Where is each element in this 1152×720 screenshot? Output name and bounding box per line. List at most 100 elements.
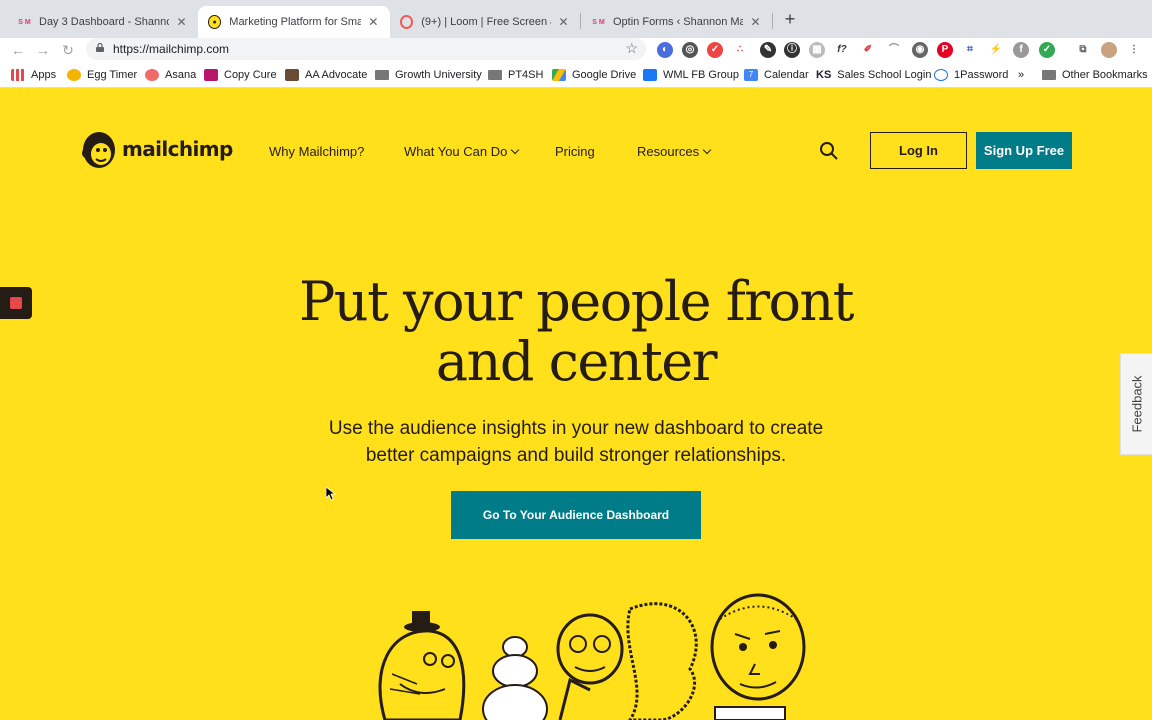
mouse-cursor-icon	[326, 487, 336, 501]
bookmark-label: »	[1018, 69, 1025, 81]
folder-icon	[1042, 70, 1056, 80]
extension-icon[interactable]: ◉	[912, 42, 928, 58]
browser-tab-strip: S M Day 3 Dashboard - Shannon M ✕ ● Mark…	[0, 0, 1152, 38]
nav-pricing[interactable]: Pricing	[555, 144, 595, 159]
bookmark-aa-advocate[interactable]: AA Advocate	[285, 67, 367, 83]
search-icon[interactable]	[819, 141, 839, 161]
crop-extension-icon[interactable]: ⌗	[962, 42, 978, 58]
pen-extension-icon[interactable]: ✐	[860, 42, 876, 58]
bookmark-pt4sh[interactable]: PT4SH	[488, 67, 543, 83]
bookmark-label: Apps	[31, 69, 57, 81]
browser-tab[interactable]: S M Day 3 Dashboard - Shannon M ✕	[8, 6, 198, 38]
extension-icon[interactable]: ⌒	[886, 42, 902, 58]
loom-favicon-icon	[400, 15, 414, 29]
loom-record-button[interactable]	[0, 287, 32, 319]
nav-label: Pricing	[555, 144, 595, 159]
login-button[interactable]: Log In	[870, 132, 967, 169]
nav-resources[interactable]: Resources	[637, 144, 712, 159]
google-drive-icon	[552, 69, 566, 81]
bookmark-growth-university[interactable]: Growth University	[375, 67, 482, 83]
back-arrow-icon[interactable]: ←	[8, 40, 28, 60]
ks-icon: KS	[816, 69, 832, 81]
hero-subtitle: Use the audience insights in your new da…	[296, 415, 856, 469]
cast-icon[interactable]: ⧉	[1075, 42, 1091, 58]
menu-kebab-icon[interactable]: ⋮	[1126, 42, 1142, 58]
hero-title-line: and center	[435, 330, 718, 393]
extension-icon[interactable]: ⚡	[988, 42, 1004, 58]
feedback-tab[interactable]: Feedback	[1120, 353, 1152, 455]
signup-button[interactable]: Sign Up Free	[976, 132, 1072, 169]
bookmark-label: Egg Timer	[87, 69, 138, 81]
address-bar[interactable]: https://mailchimp.com ☆	[86, 38, 646, 60]
close-tab-icon[interactable]: ✕	[557, 15, 570, 29]
extension-icon[interactable]: ◎	[682, 42, 698, 58]
mailchimp-favicon-icon: ●	[208, 15, 222, 29]
bookmark-calendar[interactable]: 7 Calendar	[744, 67, 809, 83]
bookmark-label: PT4SH	[508, 69, 544, 81]
browser-tab-active[interactable]: ● Marketing Platform for Small B ✕	[198, 6, 390, 38]
bookmark-label: AA Advocate	[305, 69, 368, 81]
bookmark-label: Google Drive	[572, 69, 637, 81]
mailchimp-page: mailchimp Why Mailchimp? What You Can Do…	[0, 89, 1152, 720]
forward-arrow-icon[interactable]: →	[33, 40, 53, 60]
new-tab-icon[interactable]: +	[780, 9, 800, 29]
tab-separator	[772, 13, 773, 29]
bookmark-sales-school-login[interactable]: KS Sales School Login	[816, 67, 931, 83]
bookmarks-overflow-chevron-icon[interactable]: »	[1018, 67, 1024, 83]
browser-tab[interactable]: S M Optin Forms ‹ Shannon Matte ✕	[582, 6, 772, 38]
hero-title: Put your people front and center	[226, 272, 926, 392]
calendar-icon: 7	[744, 69, 758, 81]
bookmark-google-drive[interactable]: Google Drive	[552, 67, 636, 83]
nav-label: Resources	[637, 144, 700, 159]
bookmark-copy-cure[interactable]: Copy Cure	[204, 67, 277, 83]
extension-icon[interactable]: ✓	[707, 42, 723, 58]
bookmark-asana[interactable]: Asana	[145, 67, 196, 83]
audience-dashboard-button[interactable]: Go To Your Audience Dashboard	[451, 491, 701, 539]
bookmark-label: Copy Cure	[224, 69, 277, 81]
bookmark-star-icon[interactable]: ☆	[625, 40, 638, 57]
nav-label: What You Can Do	[404, 144, 508, 159]
bookmark-label: Calendar	[764, 69, 809, 81]
asana-extension-icon[interactable]: ∴	[732, 42, 748, 58]
bookmark-apps[interactable]: Apps	[11, 67, 56, 83]
bookmark-wml-fb-group[interactable]: WML FB Group	[643, 67, 739, 83]
facebook-icon	[643, 69, 657, 81]
extension-icon[interactable]: ⓘ	[784, 42, 800, 58]
hero-subtitle-line: better campaigns and build stronger rela…	[365, 445, 787, 466]
aa-advocate-icon	[285, 69, 299, 81]
record-icon	[10, 297, 22, 309]
bookmark-label: Asana	[165, 69, 197, 81]
feedback-label: Feedback	[1129, 375, 1144, 433]
nav-what-you-can-do[interactable]: What You Can Do	[404, 144, 520, 159]
browser-tab[interactable]: (9+) | Loom | Free Screen & Vi ✕	[390, 6, 580, 38]
bookmark-label: Sales School Login	[837, 69, 932, 81]
pinterest-icon[interactable]: P	[937, 42, 953, 58]
chevron-down-icon	[511, 145, 520, 155]
bookmark-1password[interactable]: 1Password	[934, 67, 1008, 83]
bookmark-label: 1Password	[954, 69, 1009, 81]
extension-icon[interactable]: f	[1013, 42, 1029, 58]
bookmark-label: WML FB Group	[663, 69, 739, 81]
tab-title: Day 3 Dashboard - Shannon M	[39, 16, 169, 28]
profile-avatar[interactable]	[1101, 42, 1117, 58]
nav-label: Why Mailchimp?	[269, 144, 365, 159]
bookmark-other-bookmarks[interactable]: Other Bookmarks	[1042, 67, 1148, 83]
sm-favicon-icon: S M	[592, 18, 605, 26]
reload-icon[interactable]: ↻	[58, 40, 78, 60]
bookmark-label: Other Bookmarks	[1062, 69, 1148, 81]
mailchimp-logo[interactable]: mailchimp	[80, 129, 233, 169]
close-tab-icon[interactable]: ✕	[367, 15, 380, 29]
nav-why-mailchimp[interactable]: Why Mailchimp?	[269, 144, 364, 159]
url-text: https://mailchimp.com	[113, 42, 230, 56]
bookmark-label: Growth University	[395, 69, 482, 81]
extension-icon[interactable]: ✎	[760, 42, 776, 58]
close-tab-icon[interactable]: ✕	[175, 15, 188, 29]
bookmark-egg-timer[interactable]: Egg Timer	[67, 67, 137, 83]
extension-icon[interactable]: ▦	[809, 42, 825, 58]
extension-icon[interactable]: ◐	[657, 42, 673, 58]
extension-icon[interactable]: f?	[834, 42, 850, 58]
sm-favicon-icon: S M	[18, 18, 31, 26]
close-tab-icon[interactable]: ✕	[749, 15, 762, 29]
people-illustration	[378, 593, 806, 720]
extension-icon[interactable]: ✓	[1039, 42, 1055, 58]
